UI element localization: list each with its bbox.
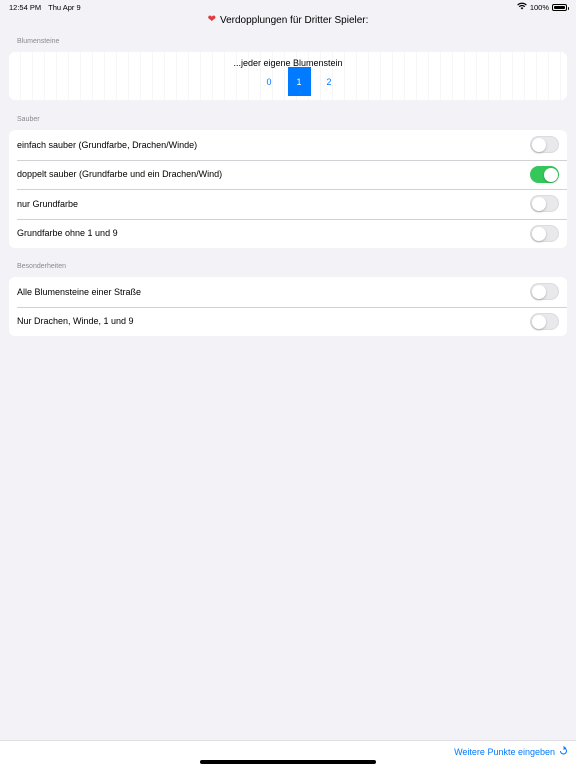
- segment-title: ...jeder eigene Blumenstein: [233, 58, 343, 68]
- setting-row: Grundfarbe ohne 1 und 9: [9, 218, 567, 249]
- toggle-grundfarbe-ohne-1-und-9[interactable]: [530, 224, 559, 242]
- page-title: Verdopplungen für Dritter Spieler:: [219, 14, 369, 26]
- forward-arrow-icon: [559, 746, 568, 757]
- setting-label: doppelt sauber (Grundfarbe und ein Drach…: [17, 169, 223, 180]
- setting-label: Alle Blumensteine einer Straße: [17, 286, 142, 297]
- toggle-doppelt-sauber[interactable]: [530, 165, 559, 183]
- section-header-blumensteine: Blumensteine: [17, 38, 60, 45]
- setting-label: nur Grundfarbe: [17, 198, 79, 209]
- sauber-card: einfach sauber (Grundfarbe, Drachen/Wind…: [9, 130, 567, 248]
- setting-label: Grundfarbe ohne 1 und 9: [17, 228, 118, 239]
- blumensteine-segmented-control[interactable]: 0 1 2: [254, 67, 344, 96]
- section-header-besonderheiten: Besonderheiten: [17, 263, 67, 270]
- toggle-nur-grundfarbe[interactable]: [530, 195, 559, 213]
- nav-bar: ❤ Verdopplungen für Dritter Spieler:: [0, 12, 576, 28]
- battery-percent: 100%: [529, 2, 549, 12]
- setting-row: Nur Drachen, Winde, 1 und 9: [9, 306, 567, 337]
- battery-icon: [552, 3, 569, 11]
- setting-row: doppelt sauber (Grundfarbe und ein Drach…: [9, 159, 567, 190]
- weitere-punkte-label: Weitere Punkte eingeben: [454, 746, 555, 757]
- toggle-alle-blumensteine[interactable]: [530, 283, 559, 301]
- setting-label: einfach sauber (Grundfarbe, Drachen/Wind…: [17, 139, 198, 150]
- setting-row: einfach sauber (Grundfarbe, Drachen/Wind…: [9, 130, 567, 160]
- setting-row: nur Grundfarbe: [9, 189, 567, 219]
- blumensteine-card: ...jeder eigene Blumenstein 0 1 2: [9, 52, 567, 100]
- heart-icon: ❤: [207, 14, 216, 25]
- section-header-sauber: Sauber: [17, 116, 40, 123]
- segment-option-2[interactable]: 2: [318, 67, 341, 96]
- setting-row: Alle Blumensteine einer Straße: [9, 277, 567, 307]
- status-time: 12:54 PM: [9, 2, 42, 12]
- home-indicator: [200, 760, 376, 764]
- segment-option-0[interactable]: 0: [258, 67, 281, 96]
- setting-label: Nur Drachen, Winde, 1 und 9: [17, 316, 134, 327]
- wifi-icon: [517, 2, 527, 12]
- besonderheiten-card: Alle Blumensteine einer Straße Nur Drach…: [9, 277, 567, 336]
- status-date: Thu Apr 9: [48, 2, 81, 12]
- bottom-toolbar: Weitere Punkte eingeben: [0, 740, 576, 768]
- toggle-einfach-sauber[interactable]: [530, 136, 559, 154]
- weitere-punkte-button[interactable]: Weitere Punkte eingeben: [454, 746, 568, 757]
- segment-option-1[interactable]: 1: [287, 67, 311, 96]
- toggle-nur-drachen-winde[interactable]: [530, 312, 559, 330]
